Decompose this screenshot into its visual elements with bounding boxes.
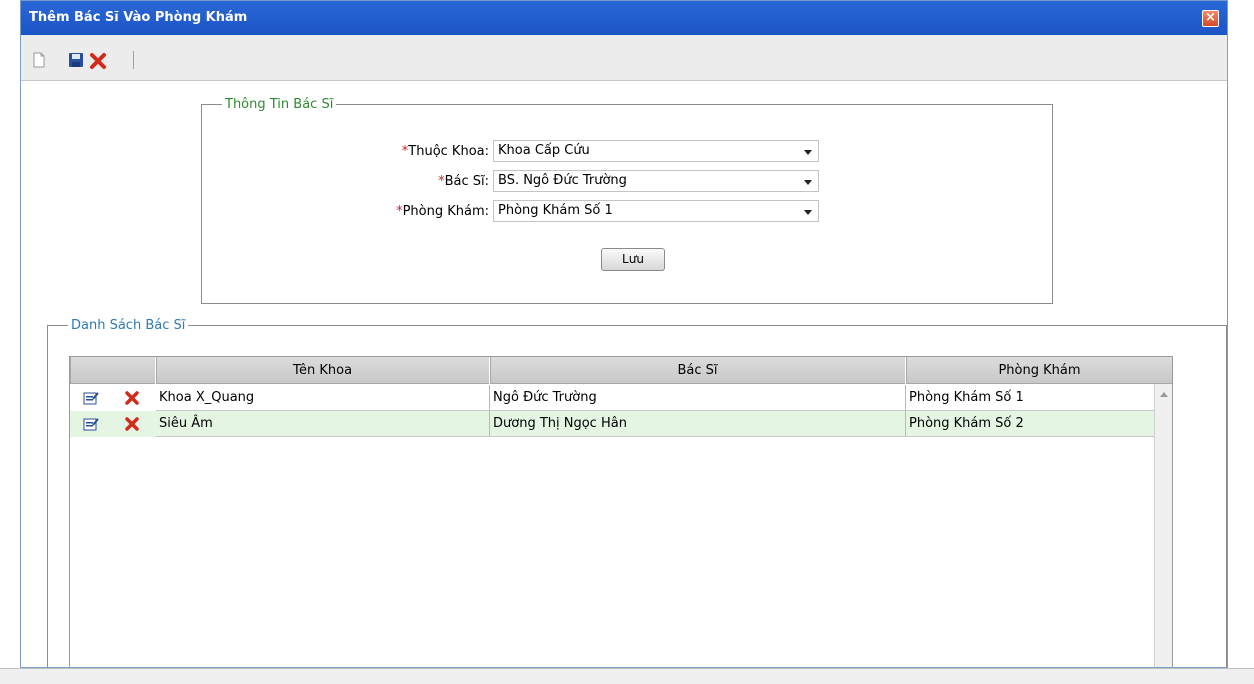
toolbar (21, 35, 1227, 81)
cell-department: Khoa X_Quang (156, 385, 490, 411)
doctor-grid: Tên Khoa Bác Sĩ Phòng Khám Khoa X_Quang … (69, 356, 1174, 667)
delete-icon[interactable] (89, 52, 106, 69)
department-label: Thuộc Khoa: (408, 144, 489, 159)
bottom-bar (0, 668, 1254, 684)
edit-icon[interactable] (83, 416, 99, 432)
clinic-label: Phòng Khám: (402, 204, 489, 219)
header-actions (70, 357, 156, 384)
doctor-label-wrap: *Bác Sĩ: (321, 171, 489, 193)
header-department[interactable]: Tên Khoa (156, 357, 490, 384)
doctor-info-legend: Thông Tin Bác Sĩ (225, 97, 334, 112)
table-row[interactable]: Siêu Âm Dương Thị Ngọc Hân Phòng Khám Số… (70, 411, 1156, 437)
doctor-select[interactable]: BS. Ngô Đức Trường (493, 170, 819, 192)
cell-clinic: Phòng Khám Số 2 (906, 411, 1156, 437)
cell-doctor: Ngô Đức Trường (490, 385, 906, 411)
chevron-down-icon (804, 150, 812, 155)
cell-department: Siêu Âm (156, 411, 490, 437)
doctor-label: Bác Sĩ: (444, 174, 489, 189)
table-row[interactable]: Khoa X_Quang Ngô Đức Trường Phòng Khám S… (70, 385, 1156, 411)
edit-icon[interactable] (83, 390, 99, 406)
grid-scrollbar[interactable] (1154, 384, 1172, 667)
department-select[interactable]: Khoa Cấp Cứu (493, 140, 819, 162)
save-icon[interactable] (68, 52, 84, 68)
window-title: Thêm Bác Sĩ Vào Phòng Khám (29, 10, 248, 25)
doctor-select-value: BS. Ngô Đức Trường (498, 173, 627, 188)
delete-icon[interactable] (124, 416, 140, 432)
clinic-select-value: Phòng Khám Số 1 (498, 203, 613, 218)
grid-header: Tên Khoa Bác Sĩ Phòng Khám (70, 357, 1174, 384)
delete-icon[interactable] (124, 390, 140, 406)
scroll-up-icon[interactable] (1160, 392, 1168, 397)
department-select-value: Khoa Cấp Cứu (498, 143, 590, 158)
save-button[interactable]: Lưu (601, 248, 665, 271)
close-button[interactable]: × (1202, 10, 1219, 27)
header-doctor[interactable]: Bác Sĩ (490, 357, 906, 384)
clinic-label-wrap: *Phòng Khám: (321, 201, 489, 223)
dialog-window: Thêm Bác Sĩ Vào Phòng Khám × Thông Tin B… (20, 0, 1228, 668)
department-label-wrap: *Thuộc Khoa: (321, 141, 489, 163)
title-bar: Thêm Bác Sĩ Vào Phòng Khám × (21, 1, 1227, 35)
doctor-list-legend: Danh Sách Bác Sĩ (71, 318, 186, 333)
chevron-down-icon (804, 180, 812, 185)
new-document-icon[interactable] (31, 52, 47, 68)
clinic-select[interactable]: Phòng Khám Số 1 (493, 200, 819, 222)
chevron-down-icon (804, 210, 812, 215)
cell-clinic: Phòng Khám Số 1 (906, 385, 1156, 411)
toolbar-separator (133, 51, 134, 69)
cell-doctor: Dương Thị Ngọc Hân (490, 411, 906, 437)
header-clinic[interactable]: Phòng Khám (906, 357, 1174, 384)
